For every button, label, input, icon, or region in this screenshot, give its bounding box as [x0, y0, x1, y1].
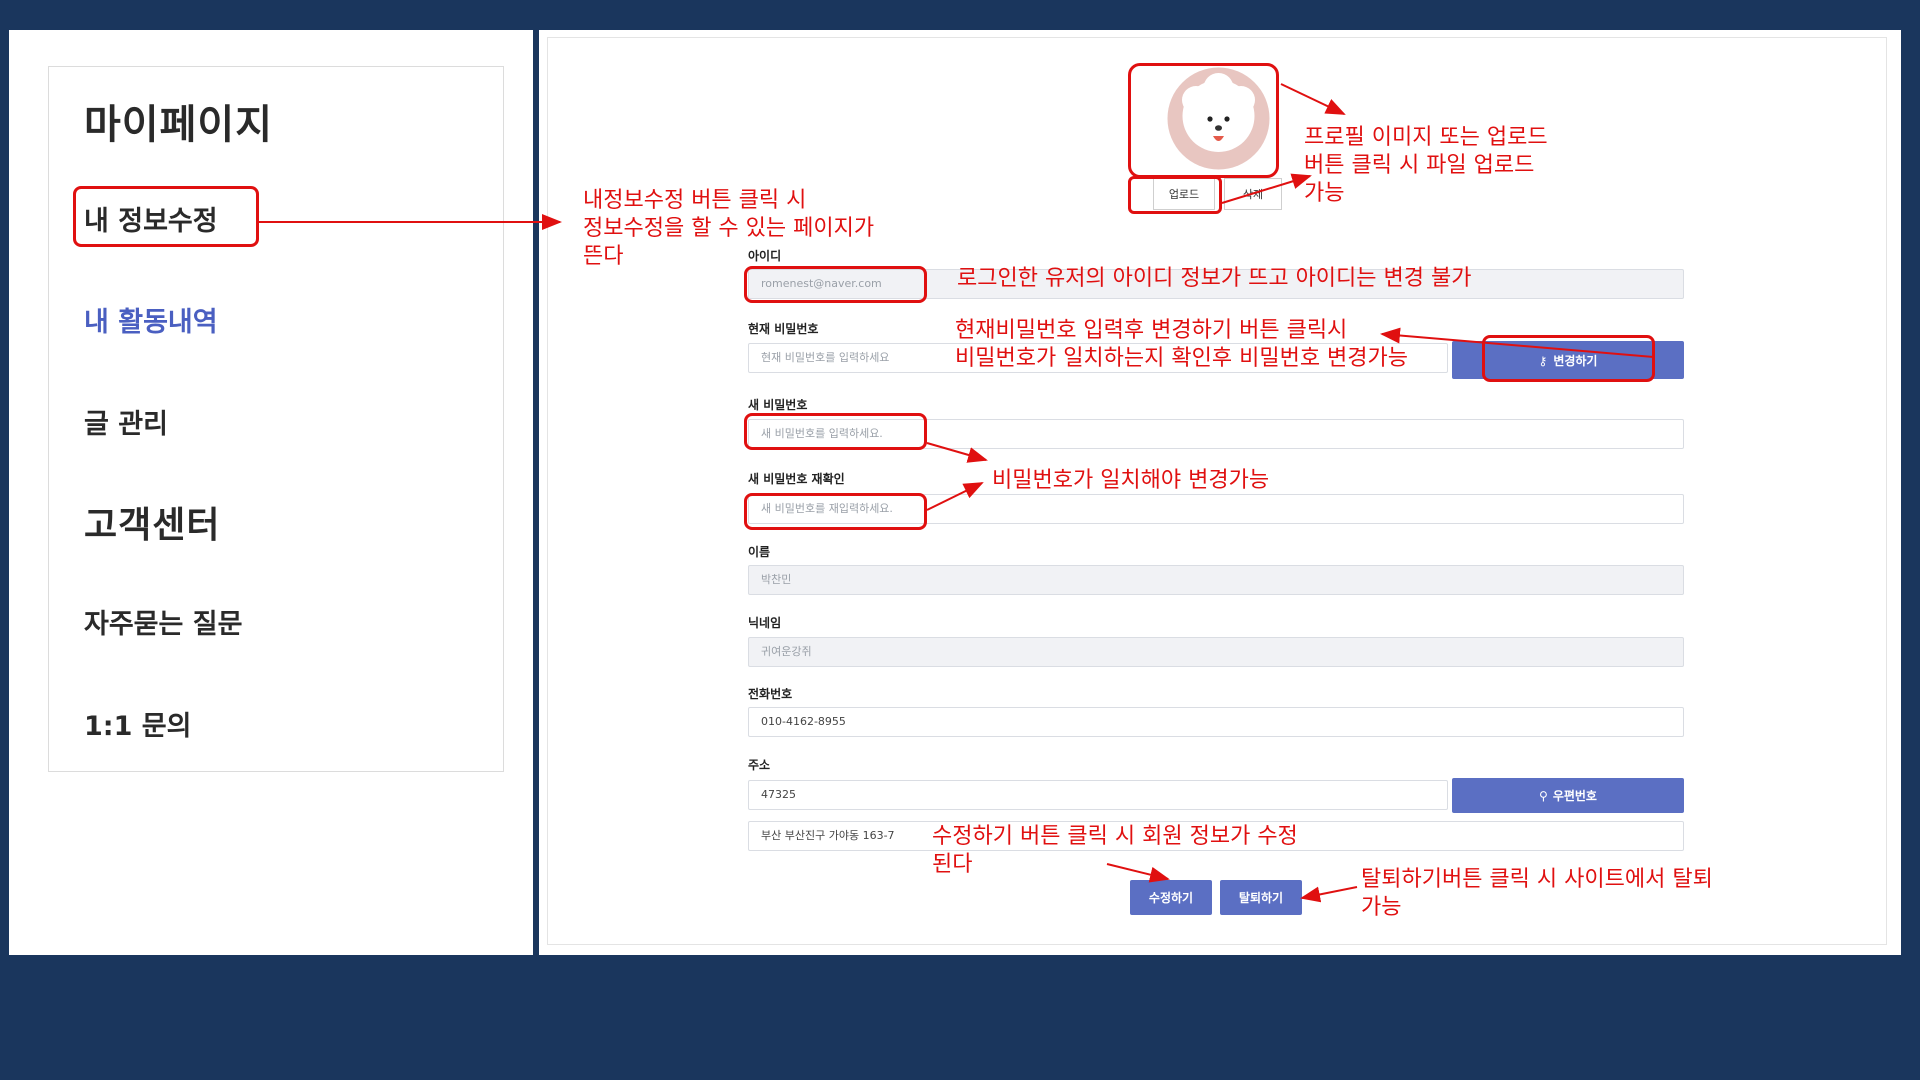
annotation-password: 현재비밀번호 입력후 변경하기 버튼 클릭시 비밀번호가 일치하는지 확인후 비밀…	[955, 318, 1409, 371]
annotation-profile: 프로필 이미지 또는 업로드 버튼 클릭 시 파일 업로드 가능	[1304, 125, 1548, 206]
annotation-withdraw: 탈퇴하기버튼 클릭 시 사이트에서 탈퇴 가능	[1361, 867, 1713, 920]
annotation-id: 로그인한 유저의 아이디 정보가 뜨고 아이디는 변경 불가	[957, 266, 1472, 291]
annotation-submit: 수정하기 버튼 클릭 시 회원 정보가 수정 된다	[932, 824, 1298, 877]
annotation-match: 비밀번호가 일치해야 변경가능	[992, 468, 1270, 493]
annotation-edit-info: 내정보수정 버튼 클릭 시 정보수정을 할 수 있는 페이지가 뜬다	[583, 188, 875, 269]
